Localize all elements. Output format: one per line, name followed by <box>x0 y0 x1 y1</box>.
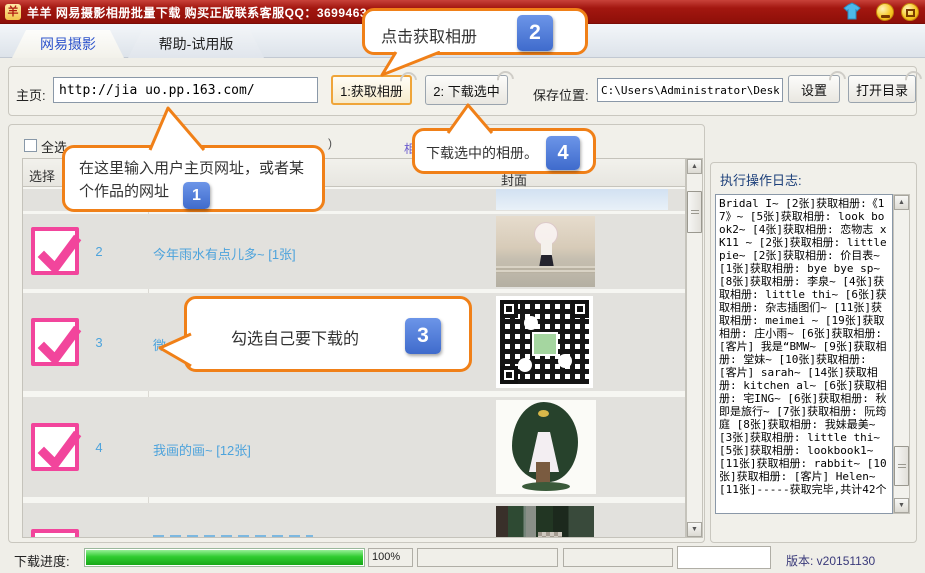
app-logo-icon: 羊 <box>5 4 21 20</box>
status-field <box>417 548 558 567</box>
table-row[interactable] <box>23 503 685 537</box>
callout-tail <box>446 103 494 134</box>
log-textarea[interactable]: Bridal I~ [2张]获取相册:《17》~ [5张]获取相册: look … <box>715 194 893 514</box>
pixelated-block <box>538 532 562 537</box>
home-url-input[interactable] <box>53 77 318 103</box>
callout-text: 勾选自己要下载的 <box>231 331 360 348</box>
pole-shape <box>526 506 536 537</box>
tab-help-trial[interactable]: 帮助-试用版 <box>128 30 264 58</box>
app-window: 羊 羊羊 网易摄影相册批量下载 购买正版联系客服QQ：3699463 网易摄影 … <box>0 0 925 573</box>
callout-text: 下载选中的相册。 <box>426 145 538 161</box>
album-checkbox-checked[interactable] <box>31 318 82 366</box>
obscured-text-fragment: ) <box>328 136 332 150</box>
qr-flower <box>524 316 538 330</box>
bridge-shape <box>496 266 595 273</box>
minimize-icon <box>881 15 890 18</box>
qr-finder <box>500 366 518 384</box>
stump-shape <box>536 462 550 484</box>
callout-text: 点击获取相册 <box>381 29 478 46</box>
maximize-icon <box>906 9 915 17</box>
select-all-checkbox[interactable] <box>24 139 37 152</box>
callout-tail <box>380 51 441 77</box>
table-row[interactable]: 4 我画的画~ [12张] <box>23 397 685 497</box>
scroll-up-icon[interactable]: ▲ <box>687 159 702 174</box>
album-index: 2 <box>95 244 103 259</box>
column-header-select: 选择 <box>29 169 56 184</box>
save-location-input[interactable] <box>597 78 783 102</box>
clipped-title-fragment <box>153 535 313 537</box>
album-title-link[interactable]: 我画的画~ [12张] <box>153 440 251 459</box>
minimize-button[interactable] <box>876 3 894 21</box>
log-title: 执行操作日志: <box>720 173 802 188</box>
callout-check-to-download: 勾选自己要下载的 3 <box>184 296 472 372</box>
callout-tail <box>158 332 192 368</box>
qr-finder <box>500 300 518 318</box>
tab-label: 网易摄影 <box>40 36 96 52</box>
status-bar: 下载进度: 100% 版本: v20151130 <box>0 545 925 573</box>
maximize-button[interactable] <box>901 3 919 21</box>
progress-bar <box>84 548 365 567</box>
qr-center-logo <box>532 332 558 356</box>
skin-shirt-icon[interactable] <box>842 2 862 22</box>
album-checkbox-checked[interactable] <box>31 529 79 537</box>
qr-finder <box>571 300 589 318</box>
progress-percent: 100% <box>368 548 413 567</box>
scroll-down-icon[interactable]: ▼ <box>687 522 702 537</box>
album-checkbox-checked[interactable] <box>31 227 82 275</box>
home-url-label: 主页: <box>16 88 46 103</box>
callout-click-get-albums: 点击获取相册 2 <box>362 8 588 55</box>
tab-label: 帮助-试用版 <box>158 36 234 52</box>
callout-enter-url: 在这里输入用户主页网址，或者某 个作品的网址 1 <box>62 145 325 212</box>
tab-netease-photo[interactable]: 网易摄影 <box>12 30 124 58</box>
callout-step-badge: 2 <box>517 15 553 51</box>
qr-flower <box>518 358 532 372</box>
version-label: 版本: v20151130 <box>786 554 876 568</box>
album-cover-photo <box>496 506 594 537</box>
album-index: 3 <box>95 335 103 350</box>
qr-flower <box>558 354 572 368</box>
status-field <box>563 548 673 567</box>
scrollbar-thumb[interactable] <box>687 191 702 233</box>
progress-fill <box>86 550 363 565</box>
album-cover-photo <box>496 216 595 287</box>
table-row[interactable]: 2 今年雨水有点儿多~ [1张] <box>23 214 685 289</box>
callout-step-badge: 3 <box>405 318 441 354</box>
callout-step-badge: 4 <box>546 136 580 170</box>
get-albums-button[interactable]: 1:获取相册 <box>331 75 412 105</box>
callout-tail <box>148 106 206 151</box>
window-title: 羊羊 网易摄影相册批量下载 购买正版联系客服QQ：3699463 <box>27 6 368 20</box>
album-cover-photo <box>496 189 668 210</box>
log-scrollbar[interactable]: ▲ ▼ <box>893 194 910 514</box>
album-checkbox-checked[interactable] <box>31 423 82 471</box>
album-cover-illustration <box>496 400 596 494</box>
album-index: 4 <box>95 440 103 455</box>
scroll-up-icon[interactable]: ▲ <box>894 195 909 210</box>
album-cover-qr-code <box>496 296 593 388</box>
album-title-link[interactable]: 今年雨水有点儿多~ [1张] <box>153 244 296 263</box>
callout-step-badge: 1 <box>183 182 210 209</box>
scroll-down-icon[interactable]: ▼ <box>894 498 909 513</box>
settings-button[interactable]: 设置 <box>788 75 840 103</box>
progress-label: 下载进度: <box>14 554 70 569</box>
save-location-label: 保存位置: <box>533 88 589 103</box>
table-scrollbar[interactable]: ▲ ▼ <box>686 158 703 538</box>
figure-shape <box>541 240 552 256</box>
scrollbar-thumb[interactable] <box>894 446 909 486</box>
grass-shape <box>522 482 570 491</box>
callout-download-selected: 下载选中的相册。 4 <box>412 128 596 174</box>
open-directory-button[interactable]: 打开目录 <box>848 75 916 103</box>
status-field <box>677 546 771 569</box>
download-selected-button[interactable]: 2: 下载选中 <box>425 75 508 105</box>
hat-shape <box>538 410 549 417</box>
